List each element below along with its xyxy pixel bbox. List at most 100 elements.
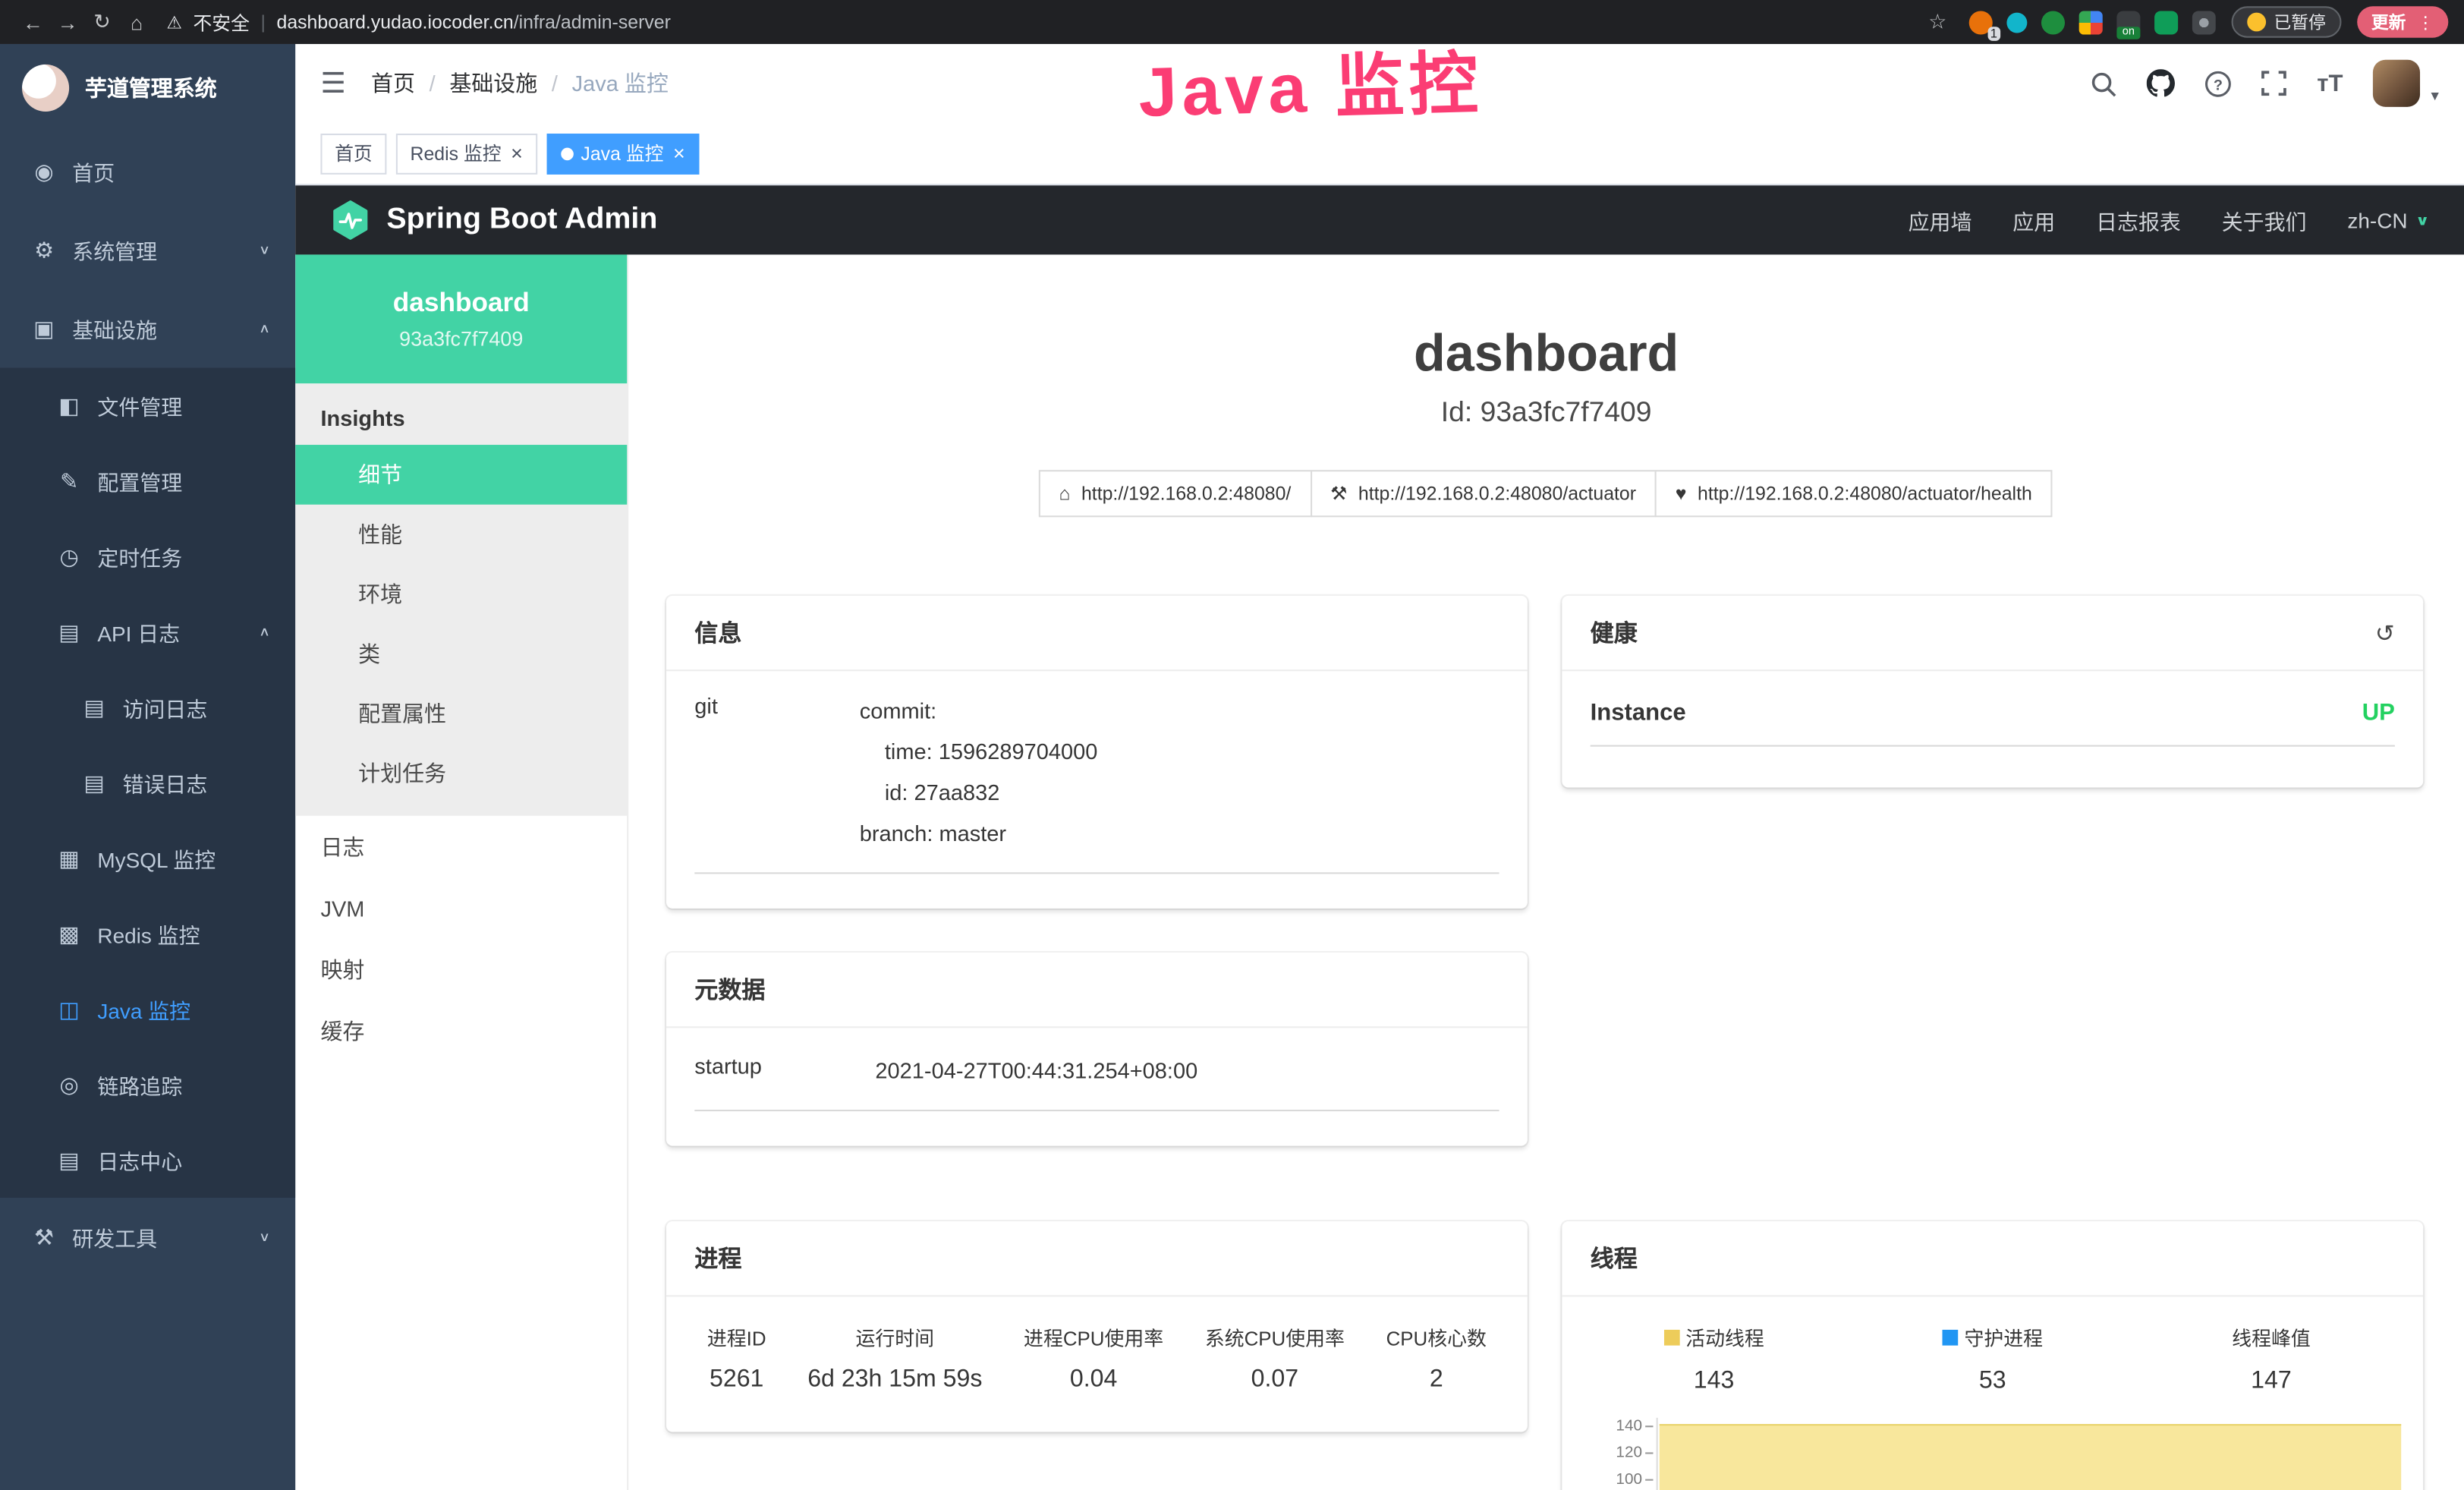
sba-body: dashboard 93a3fc7f7409 Insights 细节 性能 环境… — [295, 254, 2464, 1490]
sidebar-item-error-log[interactable]: ▤ 错误日志 — [0, 745, 295, 821]
tag-redis[interactable]: Redis 监控 × — [396, 133, 537, 174]
health-url-link[interactable]: ♥ http://192.168.0.2:48080/actuator/heal… — [1655, 470, 2053, 517]
paused-badge[interactable]: 已暂停 — [2232, 6, 2342, 37]
close-icon[interactable]: × — [511, 143, 523, 163]
sidebar-item-redis[interactable]: ▩ Redis 监控 — [0, 896, 295, 971]
info-card: 信息 git commit: time: 1596289704000 id: 2… — [666, 596, 1528, 909]
sba-item-caches[interactable]: 缓存 — [295, 1000, 627, 1061]
extension-icon-fox[interactable]: 1 — [1969, 10, 1993, 33]
breadcrumb-separator: / — [552, 71, 558, 96]
status-badge: UP — [2362, 700, 2395, 726]
metadata-card: 元数据 startup 2021-04-27T00:44:31.254+08:0… — [666, 953, 1528, 1146]
sidebar-item-infra[interactable]: ▣ 基础设施 ∧ — [0, 289, 295, 368]
sidebar-item-config[interactable]: ✎ 配置管理 — [0, 443, 295, 518]
sidebar-item-label: Java 监控 — [97, 994, 190, 1025]
instance-name: dashboard — [393, 288, 530, 319]
extension-icon-leaf[interactable] — [2154, 10, 2178, 33]
metric-label: 进程ID — [707, 1322, 766, 1352]
bookmark-star-icon[interactable]: ☆ — [1921, 9, 1956, 34]
sidebar-item-system[interactable]: ⚙ 系统管理 ∨ — [0, 210, 295, 289]
wrench-icon: ⚒ — [1330, 483, 1347, 505]
sidebar-item-access-log[interactable]: ▤ 访问日志 — [0, 669, 295, 745]
process-card-title: 进程 — [666, 1221, 1528, 1296]
extension-icon-green[interactable] — [2041, 10, 2065, 33]
user-avatar[interactable] — [2373, 60, 2420, 107]
sidebar-item-mysql[interactable]: ▦ MySQL 监控 — [0, 821, 295, 896]
close-icon[interactable]: × — [673, 143, 685, 163]
threads-card: 线程 活动线程 143 守护进程 — [1562, 1221, 2423, 1490]
nav-journal[interactable]: 日志报表 — [2096, 204, 2181, 235]
breadcrumb-home[interactable]: 首页 — [371, 68, 415, 99]
nav-wallboard[interactable]: 应用墙 — [1909, 204, 1972, 235]
sidebar-item-label: MySQL 监控 — [97, 843, 216, 874]
sidebar-item-home[interactable]: ◉ 首页 — [0, 132, 295, 211]
history-icon[interactable]: ↺ — [2375, 619, 2395, 647]
browser-chrome: ← → ↻ ⌂ ⚠ 不安全 | dashboard.yudao.iocoder.… — [0, 0, 2464, 44]
avatar-caret-icon[interactable]: ▾ — [2431, 87, 2438, 105]
sba-item-environment[interactable]: 环境 — [295, 564, 627, 624]
instance-header[interactable]: dashboard 93a3fc7f7409 — [295, 254, 627, 383]
sba-item-mappings[interactable]: 映射 — [295, 938, 627, 1000]
extension-icon-grid[interactable] — [2079, 10, 2103, 33]
fullscreen-icon[interactable] — [2262, 71, 2287, 96]
sidebar-item-trace[interactable]: ◎ 链路追踪 — [0, 1047, 295, 1122]
edit-icon: ✎ — [57, 468, 82, 494]
extensions-puzzle-icon[interactable] — [2192, 10, 2216, 33]
table-row[interactable]: Instance UP — [1591, 700, 2395, 747]
address-bar[interactable]: ⚠ 不安全 | dashboard.yudao.iocoder.cn/infra… — [167, 8, 1921, 35]
navbar-actions: ? тT ▾ — [2091, 60, 2439, 107]
link-label: http://192.168.0.2:48080/actuator/health — [1698, 483, 2032, 505]
sidebar-item-job[interactable]: ◷ 定时任务 — [0, 518, 295, 594]
font-size-icon[interactable]: тT — [2317, 70, 2343, 96]
tag-label: Java 监控 — [581, 140, 663, 166]
sidebar-item-label: 基础设施 — [72, 313, 157, 344]
sba-item-config-props[interactable]: 配置属性 — [295, 684, 627, 744]
info-value: commit: time: 1596289704000 id: 27aa832 … — [860, 690, 1499, 853]
sidebar-item-java[interactable]: ◫ Java 监控 — [0, 972, 295, 1047]
legend-daemon-threads: 守护进程 53 — [1853, 1322, 2132, 1396]
tag-java[interactable]: Java 监控 × — [546, 133, 699, 174]
app-logo-area[interactable]: 芋道管理系统 — [0, 44, 295, 132]
nav-about[interactable]: 关于我们 — [2222, 204, 2307, 235]
spring-boot-admin: Spring Boot Admin 应用墙 应用 日志报表 关于我们 zh-CN… — [295, 185, 2464, 1490]
nav-applications[interactable]: 应用 — [2012, 204, 2055, 235]
sidebar-item-file[interactable]: ◧ 文件管理 — [0, 368, 295, 443]
github-icon[interactable] — [2148, 69, 2176, 97]
sidebar-item-api-log[interactable]: ▤ API 日志 ∧ — [0, 594, 295, 669]
help-icon[interactable]: ? — [2205, 70, 2232, 96]
forward-icon[interactable]: → — [50, 10, 85, 33]
extension-icon-drop[interactable] — [2006, 12, 2027, 33]
sba-item-jvm[interactable]: JVM — [295, 877, 627, 939]
reload-icon[interactable]: ↻ — [85, 9, 120, 34]
legend-label: 守护进程 — [1964, 1322, 2043, 1352]
breadcrumb-infra[interactable]: 基础设施 — [449, 68, 537, 99]
browser-menu-icon[interactable]: ⋮ — [2417, 12, 2434, 33]
sidebar-item-log-center[interactable]: ▤ 日志中心 — [0, 1123, 295, 1198]
svg-text:?: ? — [2214, 76, 2223, 93]
chevron-up-icon: ∧ — [259, 322, 270, 335]
search-icon[interactable] — [2091, 70, 2117, 96]
sba-sidebar: dashboard 93a3fc7f7409 Insights 细节 性能 环境… — [295, 254, 628, 1490]
actuator-url-link[interactable]: ⚒ http://192.168.0.2:48080/actuator — [1310, 470, 1657, 517]
sidebar-item-dev-tools[interactable]: ⚒ 研发工具 ∨ — [0, 1198, 295, 1277]
metadata-card-title: 元数据 — [666, 953, 1528, 1028]
tag-label: Redis 监控 — [411, 140, 502, 166]
sba-item-scheduled-tasks[interactable]: 计划任务 — [295, 743, 627, 803]
sba-item-performance[interactable]: 性能 — [295, 505, 627, 565]
back-icon[interactable]: ← — [16, 10, 51, 33]
update-button[interactable]: 更新 ⋮ — [2357, 6, 2448, 37]
sidebar-toggle[interactable]: ☰ — [320, 67, 345, 99]
locale-selector[interactable]: zh-CN ∨ — [2347, 208, 2429, 232]
threads-card-title: 线程 — [1562, 1221, 2423, 1296]
url-host: dashboard.yudao.iocoder.cn — [276, 11, 513, 33]
sba-brand-title[interactable]: Spring Boot Admin — [386, 203, 657, 238]
service-url-link[interactable]: ⌂ http://192.168.0.2:48080/ — [1039, 470, 1312, 517]
sba-item-details[interactable]: 细节 — [295, 445, 627, 505]
tag-home[interactable]: 首页 — [320, 133, 386, 174]
sba-item-logs[interactable]: 日志 — [295, 816, 627, 877]
breadcrumb-current: Java 监控 — [572, 68, 669, 99]
page-title: dashboard — [628, 324, 2464, 384]
extension-icon-switch[interactable]: on — [2116, 10, 2140, 33]
sba-item-classes[interactable]: 类 — [295, 624, 627, 684]
browser-home-icon[interactable]: ⌂ — [119, 10, 154, 33]
